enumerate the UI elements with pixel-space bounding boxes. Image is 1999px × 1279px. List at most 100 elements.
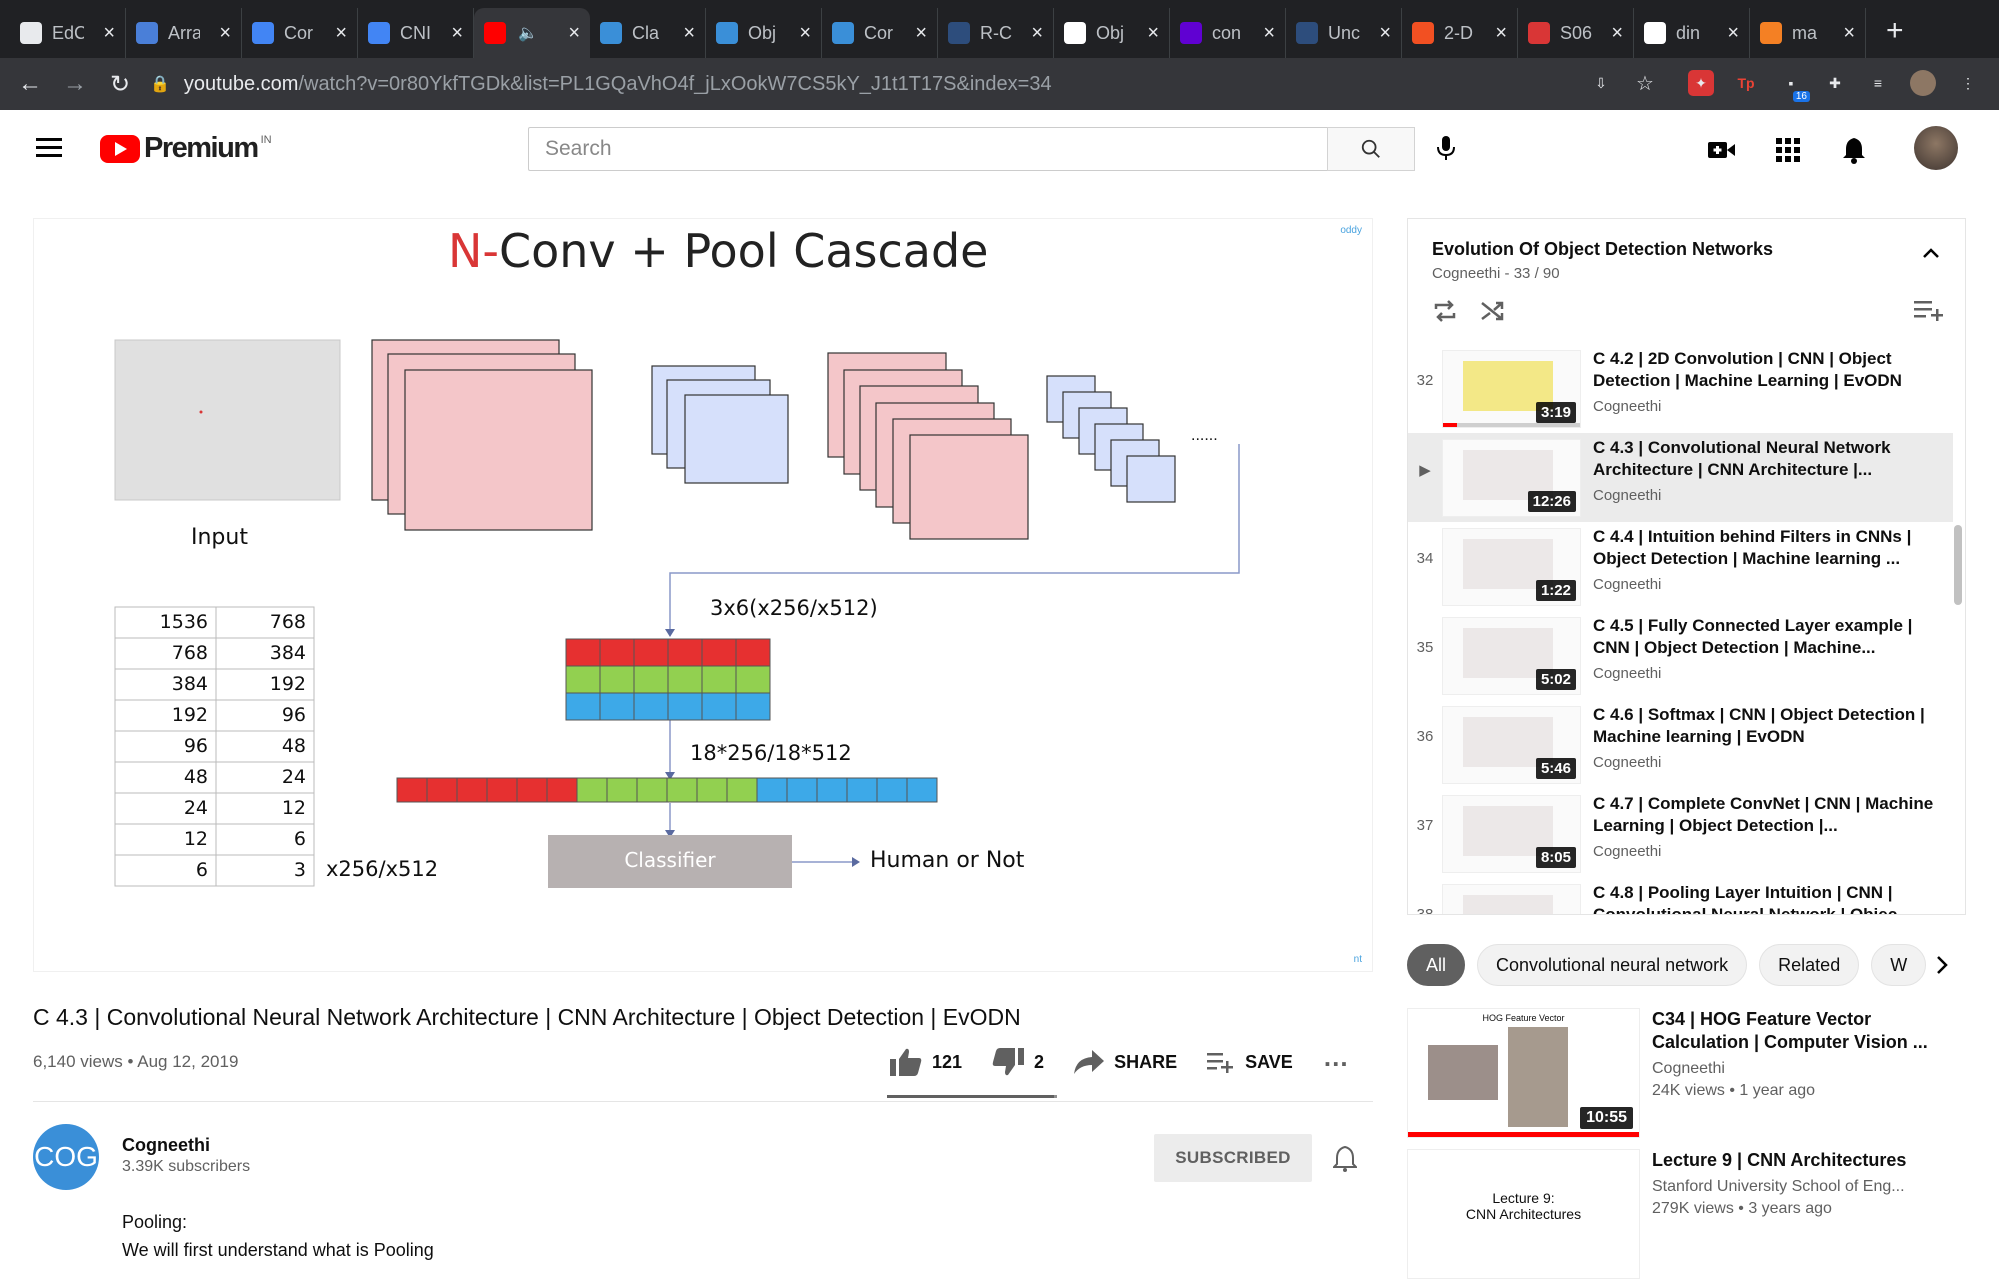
recommended-channel[interactable]: Stanford University School of Eng... (1652, 1178, 1952, 1196)
playlist-menu-icon[interactable] (1914, 299, 1944, 321)
tab-close-icon[interactable]: × (1031, 22, 1043, 45)
browser-tab[interactable]: Arra × (126, 8, 242, 58)
tab-close-icon[interactable]: × (103, 22, 115, 45)
tab-close-icon[interactable]: × (683, 22, 695, 45)
playlist-item[interactable]: 38 C 4.8 | Pooling Layer Intuition | CNN … (1408, 878, 1953, 914)
playlist-item-title[interactable]: C 4.3 | Convolutional Neural Network Arc… (1593, 437, 1943, 481)
playlist-thumbnail[interactable]: 5:46 (1442, 706, 1581, 784)
microphone-icon[interactable] (1435, 134, 1457, 162)
playlist-item-title[interactable]: C 4.4 | Intuition behind Filters in CNNs… (1593, 526, 1943, 570)
tab-close-icon[interactable]: × (451, 22, 463, 45)
browser-tab[interactable]: Cor × (822, 8, 938, 58)
tab-close-icon[interactable]: × (1727, 22, 1739, 45)
playlist-item-title[interactable]: C 4.6 | Softmax | CNN | Object Detection… (1593, 704, 1943, 748)
share-button[interactable]: SHARE (1074, 1050, 1177, 1074)
extensions-puzzle-icon[interactable]: ✚ (1822, 70, 1848, 96)
tab-close-icon[interactable]: × (915, 22, 927, 45)
extension-wand-icon[interactable]: ✦ (1688, 70, 1714, 96)
browser-tab[interactable]: Cor × (242, 8, 358, 58)
playlist-item-title[interactable]: C 4.7 | Complete ConvNet | CNN | Machine… (1593, 793, 1943, 837)
channel-name[interactable]: Cogneethi (122, 1135, 210, 1156)
save-button[interactable]: SAVE (1207, 1051, 1293, 1073)
browser-tab[interactable]: Obj × (706, 8, 822, 58)
hamburger-menu-icon[interactable] (36, 138, 62, 162)
tab-close-icon[interactable]: × (219, 22, 231, 45)
recommended-video[interactable]: HOG Feature Vector 10:55 C34 | HOG Feature… (1407, 1008, 1967, 1138)
search-input[interactable]: Search (528, 127, 1328, 171)
youtube-logo[interactable]: Premium IN (100, 132, 272, 165)
filter-chip[interactable]: All (1407, 944, 1466, 986)
browser-tab[interactable]: S06 × (1518, 8, 1634, 58)
browser-tab[interactable]: ma × (1750, 8, 1866, 58)
create-video-icon[interactable] (1706, 134, 1738, 166)
forward-arrow-icon[interactable]: → (55, 70, 95, 98)
extension-tp-icon[interactable]: Tp (1733, 70, 1759, 96)
tab-close-icon[interactable]: × (1611, 22, 1623, 45)
browser-tab[interactable]: 2-D × (1402, 8, 1518, 58)
playlist-thumbnail[interactable] (1442, 884, 1581, 914)
apps-grid-icon[interactable] (1772, 134, 1804, 166)
shuffle-icon[interactable] (1480, 299, 1506, 323)
tab-close-icon[interactable]: × (1263, 22, 1275, 45)
playlist-thumbnail[interactable]: 5:02 (1442, 617, 1581, 695)
tab-close-icon[interactable]: × (1379, 22, 1391, 45)
chevron-up-icon[interactable] (1922, 247, 1940, 259)
recommended-channel[interactable]: Cogneethi (1652, 1060, 1952, 1078)
bookmark-star-icon[interactable]: ☆ (1632, 70, 1658, 96)
new-tab-icon[interactable]: + (1886, 14, 1904, 48)
profile-avatar-icon[interactable] (1910, 70, 1936, 96)
playlist-thumbnail[interactable]: 3:19 (1442, 350, 1581, 428)
playlist-item-title[interactable]: C 4.2 | 2D Convolution | CNN | Object De… (1593, 348, 1943, 392)
extension-badge-icon[interactable]: ▪ 16 (1778, 70, 1810, 102)
install-app-icon[interactable]: ⇩ (1588, 70, 1614, 96)
notifications-bell-icon[interactable] (1838, 134, 1870, 166)
tab-close-icon[interactable]: × (1147, 22, 1159, 45)
filter-chip[interactable]: W (1871, 944, 1927, 986)
recommended-title[interactable]: C34 | HOG Feature Vector Calculation | C… (1652, 1008, 1952, 1054)
browser-tab[interactable]: CNI × (358, 8, 474, 58)
playlist-item-title[interactable]: C 4.8 | Pooling Layer Intuition | CNN | … (1593, 882, 1943, 914)
browser-tab[interactable]: R-C × (938, 8, 1054, 58)
account-avatar[interactable] (1914, 126, 1958, 170)
playlist-title[interactable]: Evolution Of Object Detection Networks (1432, 239, 1773, 260)
tab-close-icon[interactable]: × (799, 22, 811, 45)
filter-chip[interactable]: Convolutional neural network (1477, 944, 1748, 986)
playlist-item[interactable]: ▶ 12:26 C 4.3 | Convolutional Neural Netwo… (1408, 433, 1953, 522)
chevron-right-icon[interactable] (1935, 955, 1949, 975)
browser-tab[interactable]: con × (1170, 8, 1286, 58)
browser-menu-icon[interactable]: ⋮ (1955, 70, 1981, 96)
channel-avatar[interactable]: COG (33, 1124, 99, 1190)
loop-icon[interactable] (1432, 299, 1458, 323)
recommended-thumbnail[interactable]: Lecture 9: CNN Architectures (1407, 1149, 1640, 1279)
playlist-thumbnail[interactable]: 12:26 (1442, 439, 1581, 517)
subscribed-button[interactable]: SUBSCRIBED (1154, 1134, 1312, 1182)
tab-close-icon[interactable]: × (335, 22, 347, 45)
filter-chip[interactable]: Related (1759, 944, 1860, 986)
recommended-video[interactable]: Lecture 9: CNN Architectures Lecture 9 | … (1407, 1149, 1967, 1279)
tab-close-icon[interactable]: × (1843, 22, 1855, 45)
tab-close-icon[interactable]: × (568, 22, 580, 45)
address-bar[interactable]: 🔒 youtube.com /watch?v=0r80YkfTGDk&list=… (150, 58, 1052, 110)
recommended-thumbnail[interactable]: HOG Feature Vector 10:55 (1407, 1008, 1640, 1138)
reload-icon[interactable]: ↻ (100, 70, 140, 99)
playlist-scrollbar[interactable] (1954, 525, 1962, 605)
playlist-item-title[interactable]: C 4.5 | Fully Connected Layer example | … (1593, 615, 1943, 659)
browser-tab[interactable]: 🔈 × (474, 8, 590, 58)
browser-tab[interactable]: Obj × (1054, 8, 1170, 58)
tab-close-icon[interactable]: × (1495, 22, 1507, 45)
dislike-button[interactable]: 2 (992, 1048, 1044, 1076)
playlist-item[interactable]: 32 3:19 C 4.2 | 2D Convolution | CNN | Obj… (1408, 344, 1953, 433)
tab-audio-icon[interactable]: 🔈 (518, 23, 538, 43)
video-player[interactable]: N-Conv + Pool Cascade oddy nt Input ....… (33, 218, 1373, 972)
notification-bell-icon[interactable] (1333, 1145, 1357, 1173)
playlist-thumbnail[interactable]: 1:22 (1442, 528, 1581, 606)
recommended-title[interactable]: Lecture 9 | CNN Architectures (1652, 1149, 1952, 1172)
browser-tab[interactable]: Cla × (590, 8, 706, 58)
playlist-item[interactable]: 35 5:02 C 4.5 | Fully Connected Layer exam… (1408, 611, 1953, 700)
playlist-thumbnail[interactable]: 8:05 (1442, 795, 1581, 873)
playlist-item[interactable]: 37 8:05 C 4.7 | Complete ConvNet | CNN | M… (1408, 789, 1953, 878)
browser-tab[interactable]: EdC × (10, 8, 126, 58)
playlist-item[interactable]: 36 5:46 C 4.6 | Softmax | CNN | Object Det… (1408, 700, 1953, 789)
search-button[interactable] (1327, 127, 1415, 171)
browser-tab[interactable]: din × (1634, 8, 1750, 58)
